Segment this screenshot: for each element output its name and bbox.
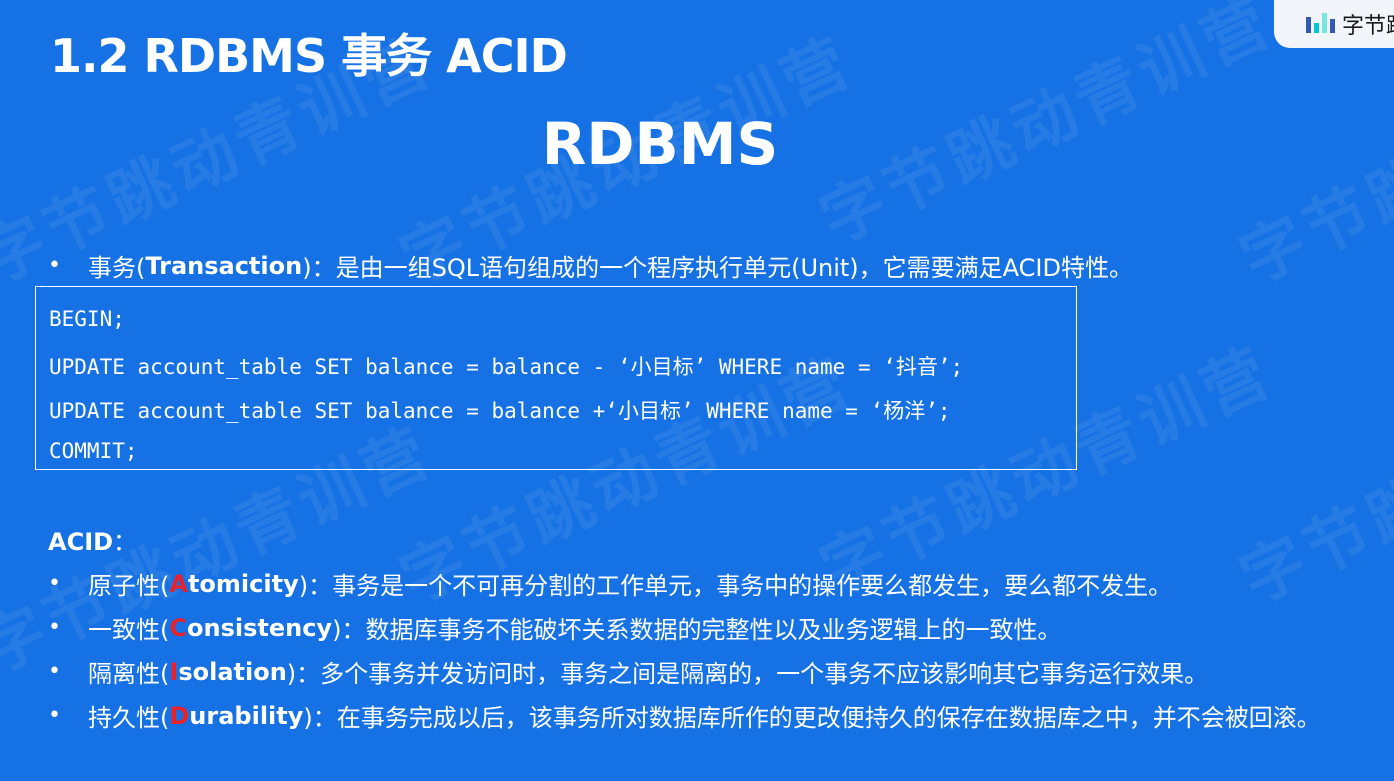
transaction-term: Transaction xyxy=(145,251,303,280)
bullet-dot: • xyxy=(48,571,61,596)
acid-item-term: solation xyxy=(178,657,287,686)
acid-item-term: tomicity xyxy=(187,569,299,598)
bars-logo-icon xyxy=(1306,13,1335,33)
acid-item-description: )：事务是一个不可再分割的工作单元，事务中的操作要么都发生，要么都不发生。 xyxy=(298,572,1173,600)
bullet-dot: • xyxy=(48,253,61,278)
acid-item-durability: • 持久性( D urability )：在事务完成以后，该事务所对数据库所作的… xyxy=(48,698,1321,733)
acid-item-term: onsistency xyxy=(187,613,333,642)
acid-item-prefix: 隔离性( xyxy=(88,660,170,688)
watermark-text: 字节跳动青训营 xyxy=(1229,344,1394,619)
page-title: 1.2 RDBMS 事务 ACID xyxy=(50,29,568,83)
slide-subtitle: RDBMS xyxy=(541,110,779,178)
acid-item-initial: I xyxy=(169,657,179,686)
code-line-update-1: UPDATE account_table SET balance = balan… xyxy=(49,355,964,379)
acid-item-prefix: 一致性( xyxy=(88,616,170,644)
acid-heading-colon: ： xyxy=(113,528,138,556)
transaction-prefix: 事务( xyxy=(88,254,146,282)
acid-item-prefix: 原子性( xyxy=(88,572,170,600)
acid-heading: ACID： xyxy=(48,522,137,557)
bullet-dot: • xyxy=(48,615,61,640)
acid-item-description: )：在事务完成以后，该事务所对数据库所作的更改便持久的保存在数据库之中，并不会被… xyxy=(303,704,1321,732)
acid-item-consistency: • 一致性( C onsistency )：数据库事务不能破坏关系数据的完整性以… xyxy=(48,610,1061,645)
acid-item-atomicity: • 原子性( A tomicity )：事务是一个不可再分割的工作单元，事务中的… xyxy=(48,566,1172,601)
acid-item-term: urability xyxy=(189,701,304,730)
acid-item-isolation: • 隔离性( I solation )：多个事务并发访问时，事务之间是隔离的，一… xyxy=(48,654,1208,689)
code-line-begin: BEGIN; xyxy=(49,307,125,331)
bullet-dot: • xyxy=(48,703,61,728)
code-line-commit: COMMIT; xyxy=(49,439,138,463)
brand-logo-text: 字节跳动 xyxy=(1342,14,1394,39)
acid-item-initial: C xyxy=(169,613,187,642)
sql-code-block: BEGIN; UPDATE account_table SET balance … xyxy=(35,286,1077,470)
transaction-description: )：是由一组SQL语句组成的一个程序执行单元(Unit)，它需要满足ACID特性… xyxy=(302,254,1133,282)
acid-item-description: )：多个事务并发访问时，事务之间是隔离的，一个事务不应该影响其它事务运行效果。 xyxy=(286,660,1209,688)
acid-item-initial: D xyxy=(169,701,190,730)
acid-item-initial: A xyxy=(169,569,188,598)
acid-item-description: )：数据库事务不能破坏关系数据的完整性以及业务逻辑上的一致性。 xyxy=(332,616,1062,644)
bullet-dot: • xyxy=(48,659,61,684)
acid-heading-label: ACID xyxy=(48,528,114,556)
brand-logo: 字节跳动 xyxy=(1274,0,1394,48)
transaction-bullet: • 事务( Transaction )：是由一组SQL语句组成的一个程序执行单元… xyxy=(48,248,1133,283)
acid-item-prefix: 持久性( xyxy=(88,704,170,732)
code-line-update-2: UPDATE account_table SET balance = balan… xyxy=(49,399,951,423)
